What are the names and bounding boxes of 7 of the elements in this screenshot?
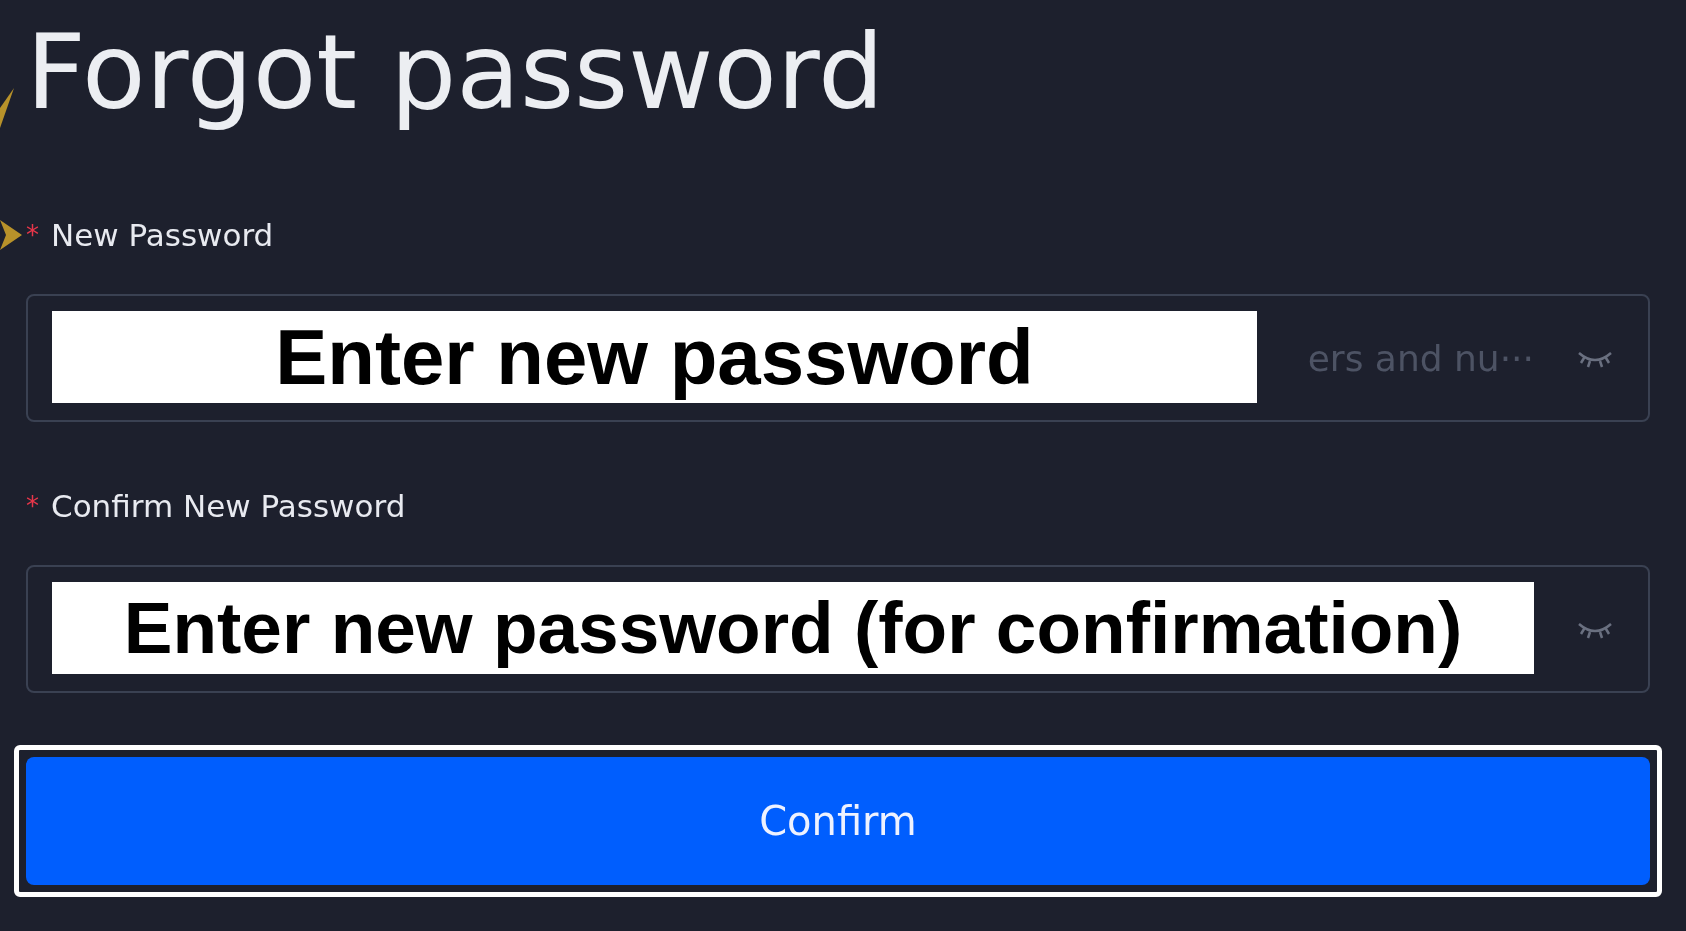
field-label: Confirm New Password (51, 491, 406, 521)
page-title: Forgot password (26, 12, 884, 132)
required-mark: * (26, 491, 39, 521)
field-label: New Password (51, 220, 274, 250)
required-mark: * (26, 220, 39, 250)
annotation-label: Enter new password (for confirmation) (52, 582, 1534, 674)
annotation-label: Enter new password (52, 311, 1257, 403)
